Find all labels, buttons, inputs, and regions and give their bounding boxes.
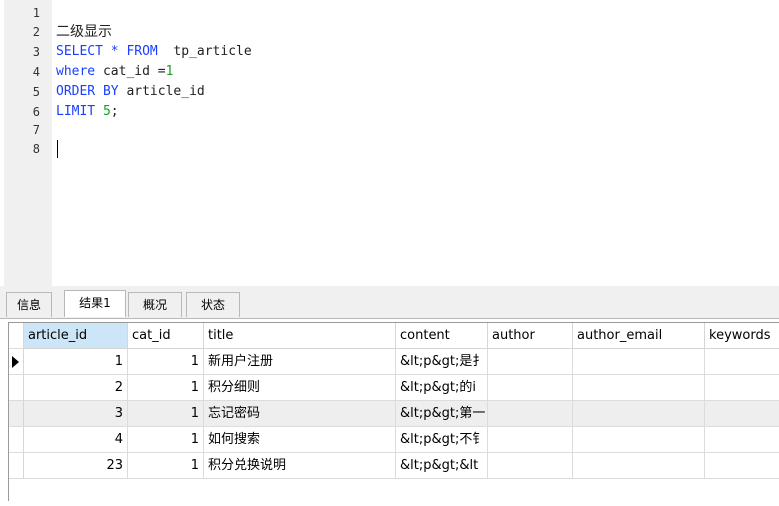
code-line-2: 2 二级显示 <box>0 22 779 42</box>
code-text: ORDER BY article_id <box>56 82 205 102</box>
sql-semicolon: ; <box>110 104 119 119</box>
cell-cat-id[interactable]: 1 <box>128 453 204 479</box>
table-row[interactable]: 4 1 如何搜索 &lt;p&gt;不钅 <box>9 427 779 453</box>
cell-cat-id[interactable]: 1 <box>128 349 204 375</box>
code-lines[interactable]: 1 2 二级显示 3 SELECT * FROM tp_article 4 wh… <box>0 5 779 159</box>
row-indicator <box>9 427 24 453</box>
code-line-1: 1 <box>0 5 779 22</box>
cell-content[interactable]: &lt;p&gt;不钅 <box>396 427 488 453</box>
result-grid[interactable]: article_id cat_id title content author a… <box>8 322 779 501</box>
cell-article-id[interactable]: 1 <box>24 349 128 375</box>
tab-overview[interactable]: 概况 <box>128 292 182 317</box>
cell-keywords[interactable] <box>705 427 779 453</box>
column-header-author[interactable]: author <box>488 323 573 349</box>
code-text: LIMIT 5; <box>56 102 119 122</box>
sql-keyword: ORDER BY <box>56 84 119 99</box>
sql-identifier: tp_article <box>157 44 252 59</box>
cell-author-email[interactable] <box>573 453 705 479</box>
cell-content[interactable]: &lt;p&gt;的i <box>396 375 488 401</box>
cell-author[interactable] <box>488 349 573 375</box>
cell-cat-id[interactable]: 1 <box>128 401 204 427</box>
code-line-8: 8 <box>0 139 779 159</box>
code-line-5: 5 ORDER BY article_id <box>0 82 779 102</box>
cell-title[interactable]: 积分细则 <box>204 375 396 401</box>
cell-article-id[interactable]: 4 <box>24 427 128 453</box>
cell-keywords[interactable] <box>705 401 779 427</box>
row-indicator-header <box>9 323 24 349</box>
line-number: 6 <box>32 105 40 119</box>
cell-author-email[interactable] <box>573 375 705 401</box>
cell-title[interactable]: 忘记密码 <box>204 401 396 427</box>
cell-content[interactable]: &lt;p&gt;第一 <box>396 401 488 427</box>
row-indicator <box>9 453 24 479</box>
cell-title[interactable]: 如何搜索 <box>204 427 396 453</box>
line-number: 4 <box>32 65 40 79</box>
sql-number: 1 <box>165 64 174 79</box>
cell-author[interactable] <box>488 401 573 427</box>
sql-identifier: cat_id = <box>95 64 166 79</box>
column-header-title[interactable]: title <box>204 323 396 349</box>
code-text: SELECT * FROM tp_article <box>56 42 252 62</box>
cell-keywords[interactable] <box>705 375 779 401</box>
column-header-article-id[interactable]: article_id <box>24 323 128 349</box>
tab-info[interactable]: 信息 <box>6 292 52 317</box>
code-line-6: 6 LIMIT 5; <box>0 102 779 122</box>
cell-author[interactable] <box>488 375 573 401</box>
grid-header-row: article_id cat_id title content author a… <box>9 323 779 349</box>
cell-cat-id[interactable]: 1 <box>128 375 204 401</box>
cell-article-id[interactable]: 2 <box>24 375 128 401</box>
cell-author[interactable] <box>488 427 573 453</box>
sql-keyword: LIMIT <box>56 104 96 119</box>
line-number: 8 <box>32 142 40 156</box>
column-header-cat-id[interactable]: cat_id <box>128 323 204 349</box>
cell-keywords[interactable] <box>705 453 779 479</box>
tab-result1[interactable]: 结果1 <box>64 290 126 317</box>
cell-article-id[interactable]: 3 <box>24 401 128 427</box>
sql-number: 5 <box>102 104 111 119</box>
column-header-keywords[interactable]: keywords <box>705 323 779 349</box>
column-header-content[interactable]: content <box>396 323 488 349</box>
cell-author[interactable] <box>488 453 573 479</box>
cell-cat-id[interactable]: 1 <box>128 427 204 453</box>
line-number: 7 <box>32 123 40 137</box>
sql-identifier: article_id <box>118 84 205 99</box>
cell-content[interactable]: &lt;p&gt;&lt <box>396 453 488 479</box>
cell-content[interactable]: &lt;p&gt;是扌 <box>396 349 488 375</box>
row-indicator <box>9 375 24 401</box>
text-caret <box>57 140 58 158</box>
table-row[interactable]: 1 1 新用户注册 &lt;p&gt;是扌 <box>9 349 779 375</box>
cell-title[interactable]: 积分兑换说明 <box>204 453 396 479</box>
line-number: 3 <box>32 45 40 59</box>
sql-space <box>95 104 103 119</box>
sql-editor[interactable]: 1 2 二级显示 3 SELECT * FROM tp_article 4 wh… <box>0 0 779 286</box>
cell-article-id[interactable]: 23 <box>24 453 128 479</box>
table-row[interactable]: 3 1 忘记密码 &lt;p&gt;第一 <box>9 401 779 427</box>
row-indicator <box>9 401 24 427</box>
table-row[interactable]: 23 1 积分兑换说明 &lt;p&gt;&lt <box>9 453 779 479</box>
current-row-indicator <box>9 349 24 375</box>
code-text: 二级显示 <box>56 24 112 40</box>
tab-status[interactable]: 状态 <box>186 292 240 317</box>
code-text: where cat_id =1 <box>56 62 173 82</box>
table-row[interactable]: 2 1 积分细则 &lt;p&gt;的i <box>9 375 779 401</box>
cell-author-email[interactable] <box>573 401 705 427</box>
cell-author-email[interactable] <box>573 349 705 375</box>
code-line-4: 4 where cat_id =1 <box>0 62 779 82</box>
line-number: 5 <box>32 85 40 99</box>
line-number: 1 <box>32 6 40 20</box>
code-line-7: 7 <box>0 122 779 139</box>
sql-keyword: where <box>56 64 96 79</box>
result-tab-bar: 信息 结果1 概况 状态 <box>0 286 779 319</box>
sql-keyword: SELECT * FROM <box>56 44 158 59</box>
cell-keywords[interactable] <box>705 349 779 375</box>
line-number: 2 <box>32 25 40 39</box>
code-line-3: 3 SELECT * FROM tp_article <box>0 42 779 62</box>
column-header-author-email[interactable]: author_email <box>573 323 705 349</box>
cell-title[interactable]: 新用户注册 <box>204 349 396 375</box>
cell-author-email[interactable] <box>573 427 705 453</box>
